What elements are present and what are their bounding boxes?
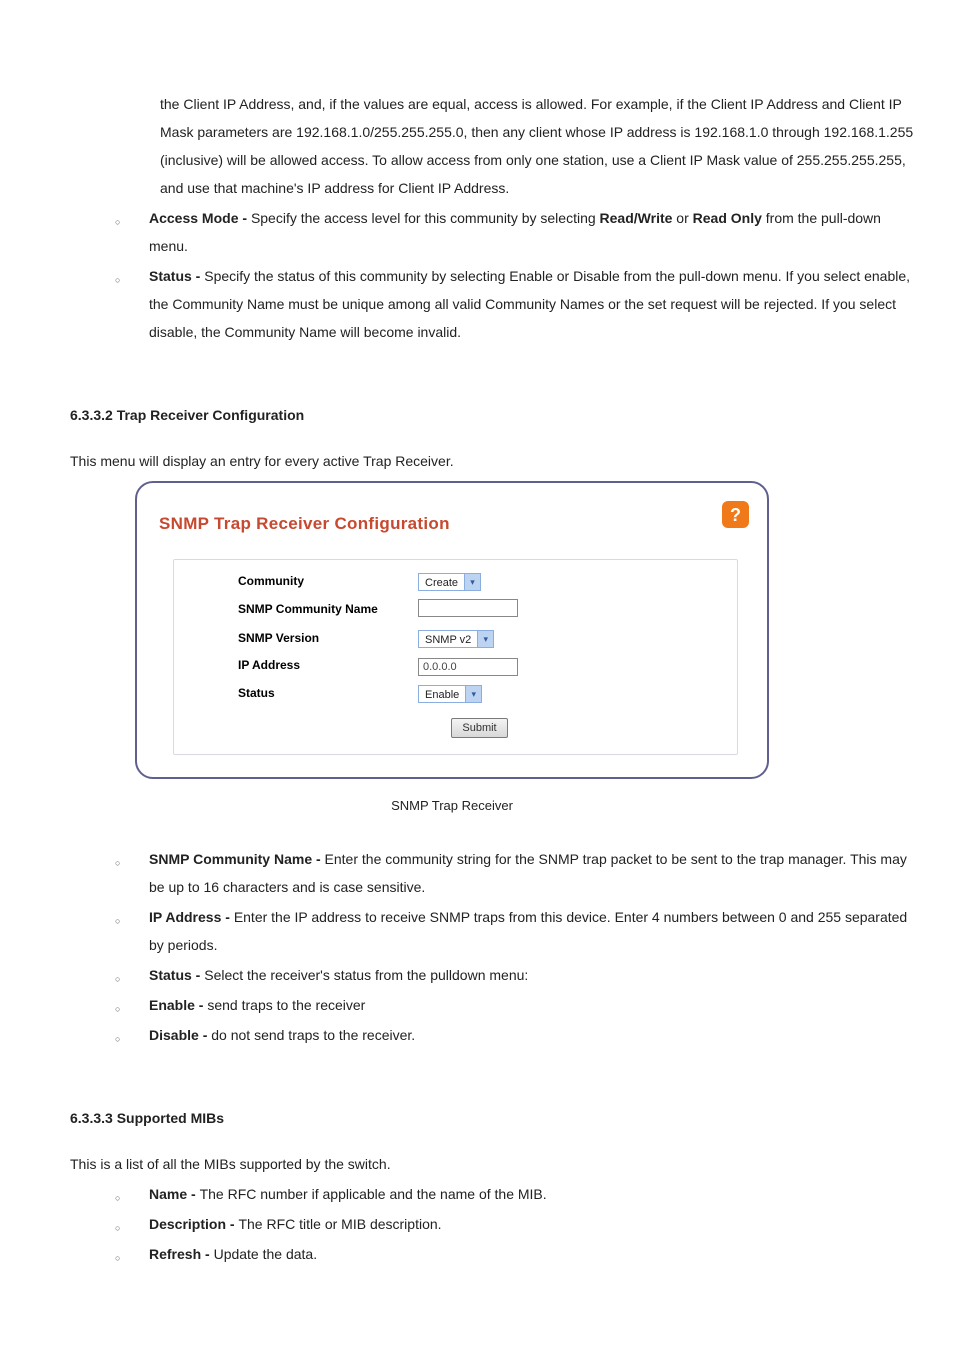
bullet-status-desc: ○ Status - Select the receiver's status … [115, 961, 914, 989]
section-intro-trap: This menu will display an entry for ever… [70, 447, 914, 475]
ip-mask-paragraph-text: the Client IP Address, and, if the value… [160, 96, 913, 196]
label-community: Community [238, 574, 418, 590]
bullet-mib-refresh: ○ Refresh - Update the data. [115, 1240, 914, 1268]
term-read-only: Read Only [693, 210, 762, 226]
label-ip-address: IP Address [238, 658, 418, 674]
bullet-mib-description: ○ Description - The RFC title or MIB des… [115, 1210, 914, 1238]
bullet-status-community: ○ Status - Specify the status of this co… [115, 262, 914, 346]
bullet-marker: ○ [115, 903, 149, 959]
term-mib-refresh: Refresh - [149, 1246, 214, 1262]
text-status: Specify the status of this community by … [149, 268, 910, 340]
select-status-value: Enable [419, 686, 465, 702]
help-icon[interactable]: ? [722, 501, 749, 528]
text-status-desc: Select the receiver's status from the pu… [204, 967, 528, 983]
chevron-down-icon: ▾ [477, 631, 493, 647]
label-snmp-version: SNMP Version [238, 631, 418, 647]
figure-panel-trap: SNMP Trap Receiver Configuration ? Commu… [135, 481, 769, 779]
bullet-snmp-community-name: ○ SNMP Community Name - Enter the commun… [115, 845, 914, 901]
term-access-mode: Access Mode - [149, 210, 251, 226]
label-snmp-name: SNMP Community Name [238, 602, 418, 618]
panel-title: SNMP Trap Receiver Configuration [155, 501, 450, 541]
term-mib-description: Description - [149, 1216, 238, 1232]
text-mib-refresh: Update the data. [214, 1246, 318, 1262]
bullet-marker: ○ [115, 1210, 149, 1238]
section-title-mibs: 6.3.3.3 Supported MIBs [70, 1104, 914, 1132]
bullet-marker: ○ [115, 961, 149, 989]
term-enable: Enable - [149, 997, 207, 1013]
text-ip-address: Enter the IP address to receive SNMP tra… [149, 909, 907, 953]
bullet-marker: ○ [115, 1240, 149, 1268]
select-community[interactable]: Create ▾ [418, 573, 481, 591]
input-snmp-name[interactable] [418, 599, 518, 617]
section-title-trap: 6.3.3.2 Trap Receiver Configuration [70, 401, 914, 429]
select-status[interactable]: Enable ▾ [418, 685, 482, 703]
text-access-mode-a: Specify the access level for this commun… [251, 210, 600, 226]
ip-mask-paragraph: the Client IP Address, and, if the value… [160, 90, 914, 202]
term-read-write: Read/Write [600, 210, 673, 226]
bullet-mib-name: ○ Name - The RFC number if applicable an… [115, 1180, 914, 1208]
text-access-mode-or: or [676, 210, 692, 226]
select-snmp-version-value: SNMP v2 [419, 631, 477, 647]
term-snmp-community-name: SNMP Community Name - [149, 851, 325, 867]
text-mib-name: The RFC number if applicable and the nam… [200, 1186, 547, 1202]
term-mib-name: Name - [149, 1186, 200, 1202]
bullet-marker: ○ [115, 845, 149, 901]
term-disable: Disable - [149, 1027, 211, 1043]
help-icon-glyph: ? [730, 506, 741, 524]
term-ip-address: IP Address - [149, 909, 234, 925]
text-mib-description: The RFC title or MIB description. [238, 1216, 441, 1232]
label-status: Status [238, 686, 418, 702]
bullet-access-mode: ○ Access Mode - Specify the access level… [115, 204, 914, 260]
section-intro-mibs: This is a list of all the MIBs supported… [70, 1150, 914, 1178]
submit-button[interactable]: Submit [451, 718, 507, 738]
term-status-desc: Status - [149, 967, 204, 983]
term-status: Status - [149, 268, 204, 284]
bullet-marker: ○ [115, 991, 149, 1019]
bullet-enable: ○ Enable - send traps to the receiver [115, 991, 914, 1019]
text-enable: send traps to the receiver [207, 997, 365, 1013]
panel-form: Community Create ▾ SNMP Community Name [173, 559, 738, 755]
bullet-ip-address: ○ IP Address - Enter the IP address to r… [115, 903, 914, 959]
bullet-disable: ○ Disable - do not send traps to the rec… [115, 1021, 914, 1049]
bullet-marker: ○ [115, 204, 149, 260]
chevron-down-icon: ▾ [464, 574, 480, 590]
bullet-marker: ○ [115, 1180, 149, 1208]
figure-caption: SNMP Trap Receiver [135, 793, 769, 819]
bullet-marker: ○ [115, 1021, 149, 1049]
bullet-marker: ○ [115, 262, 149, 346]
chevron-down-icon: ▾ [465, 686, 481, 702]
text-disable: do not send traps to the receiver. [211, 1027, 415, 1043]
select-snmp-version[interactable]: SNMP v2 ▾ [418, 630, 494, 648]
figure-trap: SNMP Trap Receiver Configuration ? Commu… [135, 481, 914, 819]
select-community-value: Create [419, 574, 464, 590]
input-ip-address[interactable]: 0.0.0.0 [418, 658, 518, 676]
